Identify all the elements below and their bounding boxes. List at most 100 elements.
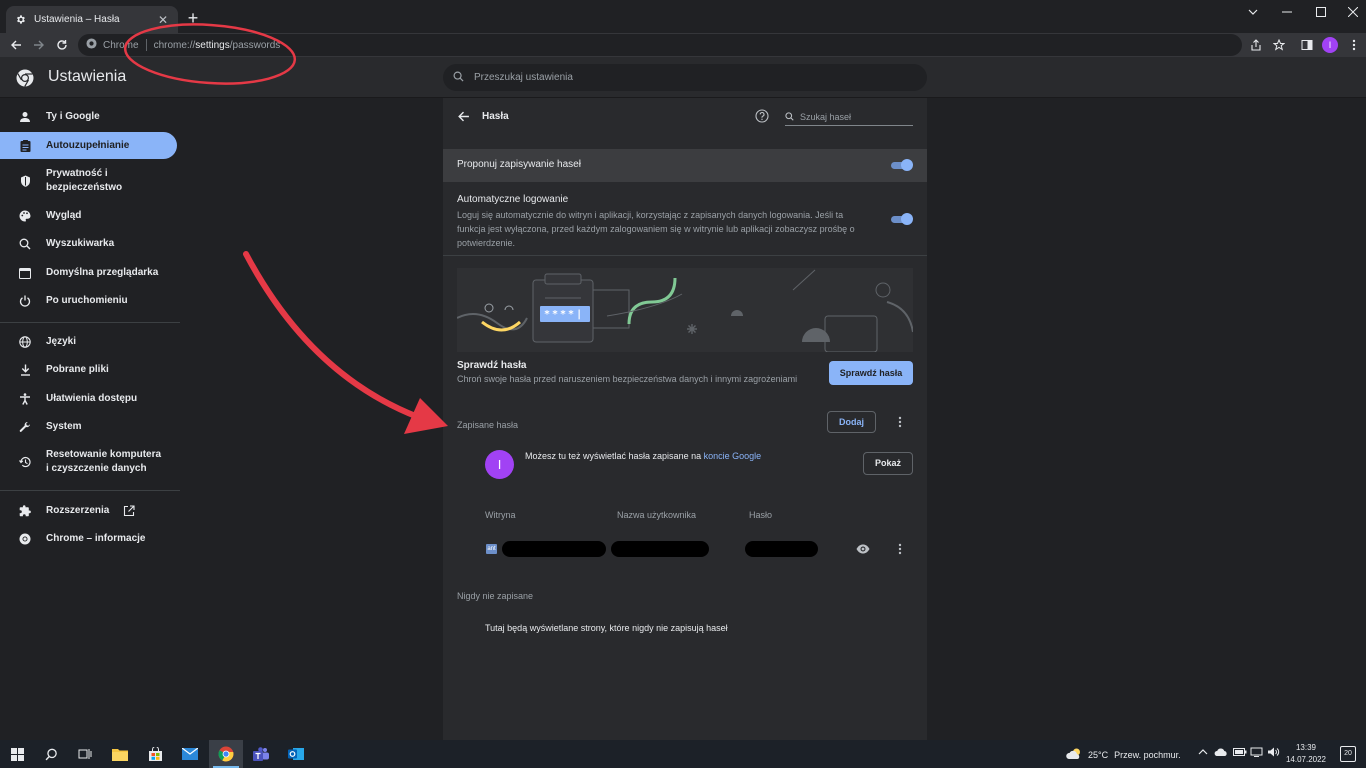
history-icon — [18, 455, 32, 469]
site-chip: Chrome — [103, 39, 139, 51]
add-password-button[interactable]: Dodaj — [827, 411, 876, 433]
menu-kebab-icon[interactable] — [1344, 35, 1364, 55]
eye-icon[interactable] — [856, 543, 870, 555]
sidebar-divider — [0, 490, 180, 491]
sidebar-item-reset[interactable]: Resetowanie komputera i czyszczenie dany… — [0, 446, 177, 478]
sidebar-item-default-browser[interactable]: Domyślna przeglądarka — [0, 263, 177, 283]
weather-widget[interactable]: 25°C Przew. pochmur. — [1066, 747, 1181, 762]
annotation-arrow-head — [404, 398, 448, 434]
sidebar-item-appearance[interactable]: Wygląd — [0, 206, 177, 226]
clock-date: 14.07.2022 — [1285, 755, 1327, 764]
offer-save-passwords-row[interactable]: Proponuj zapisywanie haseł — [443, 149, 927, 182]
sidebar-item-about-chrome[interactable]: Chrome – informacje — [0, 529, 177, 549]
sidebar-item-accessibility[interactable]: Ułatwienia dostępu — [0, 389, 177, 409]
illustration-password-field: ****| — [544, 309, 585, 320]
search-icon[interactable] — [34, 740, 68, 768]
chevron-up-icon[interactable] — [1198, 747, 1208, 759]
sidebar-item-downloads[interactable]: Pobrane pliki — [0, 360, 177, 380]
never-saved-desc: Tutaj będą wyświetlane strony, które nig… — [485, 623, 728, 633]
new-tab-button[interactable]: + — [184, 9, 202, 27]
battery-icon[interactable] — [1233, 747, 1247, 759]
password-check-illustration: ****| — [457, 268, 913, 352]
help-icon[interactable] — [755, 109, 771, 125]
star-icon[interactable] — [1269, 35, 1289, 55]
check-passwords-desc: Chroń swoje hasła przed naruszeniem bezp… — [457, 374, 798, 384]
clock[interactable]: 13:39 14.07.2022 — [1284, 742, 1328, 766]
task-view-icon[interactable] — [68, 740, 102, 768]
tab-title: Ustawienia – Hasła — [34, 14, 120, 25]
accessibility-icon — [18, 392, 32, 406]
show-button[interactable]: Pokaż — [863, 452, 913, 475]
sidebar-item-system[interactable]: System — [0, 417, 177, 437]
search-icon — [785, 110, 794, 124]
saved-passwords-title: Zapisane hasła — [457, 420, 519, 430]
passwords-card: Hasła Szukaj haseł Proponuj zapisywanie … — [443, 98, 927, 740]
search-placeholder: Przeszukaj ustawienia — [474, 72, 573, 83]
password-search-input[interactable]: Szukaj haseł — [785, 108, 913, 126]
sidebar-item-privacy[interactable]: Prywatność i bezpieczeństwo — [0, 166, 177, 196]
column-header-password: Hasło — [749, 510, 773, 520]
temperature: 25°C — [1088, 749, 1109, 760]
check-passwords-title: Sprawdź hasła — [457, 360, 527, 371]
sidebar-item-autofill[interactable]: Autouzupełnianie — [0, 132, 177, 159]
download-icon — [18, 363, 32, 377]
column-header-username: Nazwa użytkownika — [617, 510, 697, 520]
check-passwords-button[interactable]: Sprawdź hasła — [829, 361, 913, 385]
outlook-icon[interactable] — [279, 740, 313, 768]
page-title: Ustawienia — [48, 68, 127, 85]
mail-icon[interactable] — [173, 740, 207, 768]
chrome-taskbar-icon[interactable] — [209, 740, 243, 768]
windows-taskbar: 25°C Przew. pochmur. 13:39 14.07.2022 20 — [0, 740, 1366, 768]
onedrive-icon[interactable] — [1214, 747, 1228, 759]
gear-icon — [14, 14, 26, 26]
row-menu-icon[interactable] — [894, 541, 906, 557]
sidebar-item-languages[interactable]: Języki — [0, 332, 177, 352]
teams-icon[interactable] — [244, 740, 278, 768]
chrome-icon — [18, 532, 32, 546]
minimize-button[interactable] — [1270, 0, 1304, 24]
separator — [145, 39, 147, 51]
search-icon — [18, 237, 32, 251]
windows-start-icon[interactable] — [0, 740, 34, 768]
power-icon — [18, 294, 32, 308]
shield-icon — [18, 174, 32, 188]
browser-tab[interactable]: Ustawienia – Hasła ✕ — [6, 6, 178, 33]
person-icon — [18, 110, 32, 124]
settings-search-input[interactable]: Przeszukaj ustawienia — [443, 64, 927, 91]
forward-button[interactable] — [29, 35, 49, 55]
wrench-icon — [18, 420, 32, 434]
close-icon[interactable]: ✕ — [156, 13, 170, 27]
share-icon[interactable] — [1246, 35, 1266, 55]
reload-button[interactable] — [52, 35, 72, 55]
sidebar-item-on-startup[interactable]: Po uruchomieniu — [0, 291, 177, 311]
browser-icon — [18, 266, 32, 280]
notification-center-button[interactable]: 20 — [1340, 746, 1356, 762]
back-arrow-icon[interactable] — [457, 110, 471, 124]
store-icon[interactable] — [138, 740, 172, 768]
volume-icon[interactable] — [1267, 747, 1280, 759]
weather-description: Przew. pochmur. — [1114, 749, 1181, 760]
profile-avatar[interactable]: I — [1322, 37, 1338, 53]
maximize-button[interactable] — [1304, 0, 1338, 24]
address-bar[interactable]: Chrome chrome://settings/passwords — [78, 34, 1242, 56]
browser-toolbar: Chrome chrome://settings/passwords I — [0, 33, 1366, 57]
file-explorer-icon[interactable] — [103, 740, 137, 768]
network-icon[interactable] — [1250, 747, 1263, 759]
google-account-link[interactable]: koncie Google — [704, 451, 762, 461]
offer-save-toggle[interactable] — [889, 159, 913, 171]
settings-header: Ustawienia Przeszukaj ustawienia — [0, 57, 1366, 98]
side-panel-icon[interactable] — [1297, 35, 1317, 55]
sidebar-item-extensions[interactable]: Rozszerzenia — [0, 501, 177, 521]
saved-passwords-menu-icon[interactable] — [894, 414, 906, 430]
back-button[interactable] — [6, 35, 26, 55]
auto-signin-toggle[interactable] — [889, 213, 913, 225]
close-window-button[interactable] — [1336, 0, 1366, 24]
tab-search-icon[interactable] — [1236, 0, 1270, 24]
account-storage-text: Możesz tu też wyświetlać hasła zapisane … — [525, 451, 762, 461]
palette-icon — [18, 209, 32, 223]
sidebar-item-you-and-google[interactable]: Ty i Google — [0, 106, 177, 128]
sidebar-item-search-engine[interactable]: Wyszukiwarka — [0, 234, 177, 254]
sidebar-divider — [0, 322, 180, 323]
globe-icon — [18, 335, 32, 349]
column-header-site: Witryna — [485, 510, 516, 520]
